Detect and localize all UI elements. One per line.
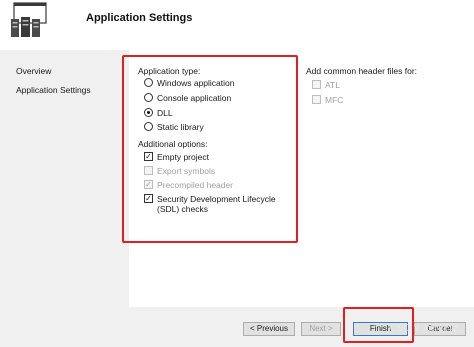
- wizard-server-icon: [10, 2, 50, 38]
- checkbox-label: ATL: [325, 80, 340, 90]
- highlight-options-box: [122, 55, 298, 243]
- highlight-finish-box: [343, 307, 414, 343]
- wizard-header: Application Settings: [0, 0, 474, 44]
- previous-button[interactable]: < Previous: [243, 322, 295, 336]
- next-button: Next >: [301, 322, 341, 336]
- checkbox-atl: ATL: [312, 80, 340, 90]
- checkbox-disabled: [312, 80, 321, 89]
- checkbox-disabled: [312, 95, 321, 104]
- checkbox-label: MFC: [325, 95, 344, 105]
- sidebar-item-application-settings[interactable]: Application Settings: [16, 85, 91, 95]
- page-title: Application Settings: [86, 12, 193, 24]
- sidebar-item-overview[interactable]: Overview: [16, 66, 51, 76]
- common-headers-label: Add common header files for:: [306, 66, 418, 76]
- sidebar: Overview Application Settings: [0, 50, 128, 347]
- checkbox-mfc: MFC: [312, 95, 343, 105]
